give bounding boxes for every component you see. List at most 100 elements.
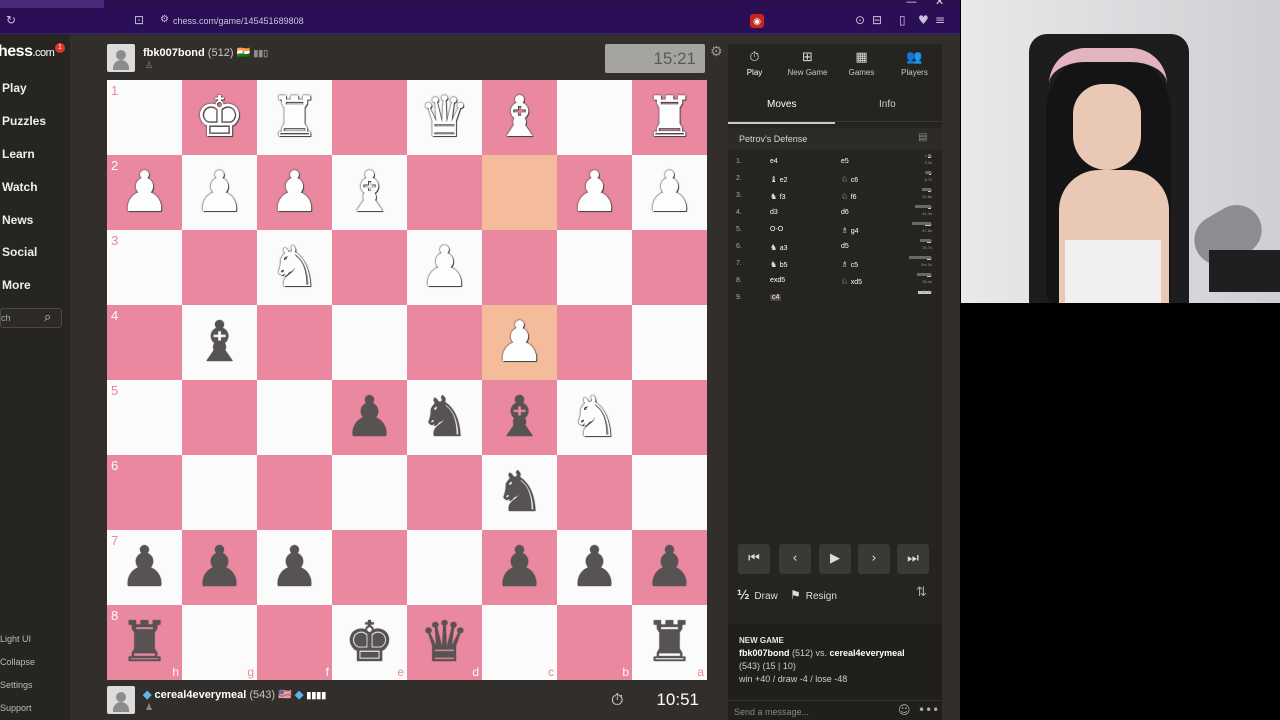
board-square[interactable] (557, 455, 632, 530)
board-square[interactable] (407, 305, 482, 380)
black-move[interactable]: ♘ f6 (841, 192, 857, 201)
nav-watch[interactable]: Watch (2, 180, 38, 194)
black-move[interactable]: e5 (841, 158, 849, 165)
board-square[interactable]: b (557, 605, 632, 680)
chess-piece[interactable]: ♜ (257, 80, 332, 155)
chess-piece[interactable]: ♟ (107, 530, 182, 605)
black-move[interactable]: ♗ c5 (841, 260, 858, 269)
white-move[interactable]: e4 (770, 158, 778, 165)
board-square[interactable] (557, 230, 632, 305)
nav-puzzles[interactable]: Puzzles (2, 114, 46, 128)
nav-more[interactable]: More (2, 278, 31, 292)
board-square[interactable] (332, 80, 407, 155)
white-move[interactable]: ♞ f3 (770, 192, 786, 201)
next-move-button[interactable]: › (858, 544, 890, 574)
board-square[interactable] (632, 230, 707, 305)
settings-link[interactable]: Settings (0, 680, 33, 690)
board-square[interactable] (482, 155, 557, 230)
chess-piece[interactable]: ♟ (407, 230, 482, 305)
board-square[interactable]: 5 (107, 380, 182, 455)
tab-play[interactable]: ⏱ Play (728, 50, 781, 77)
nav-play[interactable]: Play (2, 81, 27, 95)
last-move-button[interactable]: ⏭ (897, 544, 929, 574)
black-move[interactable]: d5 (841, 243, 849, 250)
chess-piece[interactable]: ♟ (557, 155, 632, 230)
chess-piece[interactable]: ♝ (332, 155, 407, 230)
board-square[interactable] (332, 455, 407, 530)
board-square[interactable] (407, 455, 482, 530)
chess-piece[interactable]: ♟ (632, 530, 707, 605)
chat-input[interactable]: Send a message... ☺ ••• (728, 700, 942, 720)
previous-move-button[interactable]: ‹ (779, 544, 811, 574)
collapse-link[interactable]: Collapse (0, 657, 35, 667)
url-text[interactable]: chess.com/game/145451689808 (173, 16, 304, 26)
chess-piece[interactable]: ♝ (482, 80, 557, 155)
white-move[interactable]: O-O (770, 226, 783, 233)
chess-piece[interactable]: ♞ (557, 380, 632, 455)
nav-news[interactable]: News (2, 213, 33, 227)
black-move[interactable]: ♘ c6 (841, 175, 858, 184)
board-square[interactable] (182, 380, 257, 455)
minimize-button[interactable]: — (906, 0, 917, 8)
board-square[interactable] (182, 455, 257, 530)
board-square[interactable]: 3 (107, 230, 182, 305)
board-square[interactable]: 1 (107, 80, 182, 155)
board-square[interactable] (182, 230, 257, 305)
white-move[interactable]: exd5 (770, 277, 785, 284)
draw-button[interactable]: ½ Draw (737, 588, 778, 602)
white-move[interactable]: ♞ a3 (770, 243, 788, 252)
chess-piece[interactable]: ♟ (482, 305, 557, 380)
tab-games[interactable]: ▦ Games (835, 50, 888, 77)
tab-moves[interactable]: Moves (767, 99, 796, 110)
black-move[interactable]: ♗ g4 (841, 226, 859, 235)
board-square[interactable] (332, 305, 407, 380)
board-square[interactable] (482, 230, 557, 305)
board-square[interactable]: g (182, 605, 257, 680)
white-move[interactable]: d3 (770, 209, 778, 216)
menu-icon[interactable]: ≡ (935, 13, 945, 27)
board-square[interactable] (557, 80, 632, 155)
book-icon[interactable]: ▤ (918, 132, 927, 143)
player-name[interactable]: cereal4everymeal (155, 689, 247, 701)
opening-name[interactable]: Petrov's Defense (739, 134, 807, 144)
player-name[interactable]: fbk007bond (143, 47, 205, 59)
board-square[interactable] (632, 380, 707, 455)
nav-learn[interactable]: Learn (2, 147, 35, 161)
chess-piece[interactable]: ♜ (632, 80, 707, 155)
resign-button[interactable]: ⚑ Resign (790, 588, 837, 602)
tab-players[interactable]: 👥 Players (888, 50, 941, 77)
chat-icon[interactable]: ⊙ (855, 13, 865, 27)
board-square[interactable] (332, 530, 407, 605)
heart-icon[interactable]: ♥ (918, 13, 929, 27)
chess-piece[interactable]: ♛ (407, 80, 482, 155)
white-move[interactable]: c4 (770, 294, 782, 301)
board-square[interactable]: 6 (107, 455, 182, 530)
chess-piece[interactable]: ♟ (257, 155, 332, 230)
board-square[interactable] (257, 455, 332, 530)
board-square[interactable] (557, 305, 632, 380)
board-square[interactable]: f (257, 605, 332, 680)
chess-piece[interactable]: ♟ (557, 530, 632, 605)
white-move[interactable]: ♝ e2 (770, 175, 788, 184)
search-icon[interactable]: ⌕ (44, 310, 51, 325)
board-square[interactable]: 4 (107, 305, 182, 380)
board-square[interactable] (257, 305, 332, 380)
gear-icon[interactable]: ⚙ (710, 44, 723, 60)
chess-piece[interactable]: ♜ (632, 605, 707, 680)
search-field[interactable]: ch ⌕ (0, 308, 62, 328)
black-move[interactable]: d6 (841, 209, 849, 216)
support-link[interactable]: Support (0, 703, 32, 713)
chess-piece[interactable]: ♟ (332, 380, 407, 455)
chess-piece[interactable]: ♞ (257, 230, 332, 305)
chess-piece[interactable]: ♟ (257, 530, 332, 605)
chess-piece[interactable]: ♟ (107, 155, 182, 230)
avatar[interactable] (107, 686, 135, 714)
board-square[interactable] (632, 455, 707, 530)
board-square[interactable] (257, 380, 332, 455)
chess-piece[interactable]: ♝ (482, 380, 557, 455)
reload-icon[interactable]: ↻ (6, 13, 16, 27)
white-player-link[interactable]: fbk007bond (739, 648, 790, 658)
first-move-button[interactable]: ⏮ (738, 544, 770, 574)
white-move[interactable]: ♞ b5 (770, 260, 788, 269)
chess-piece[interactable]: ♟ (182, 530, 257, 605)
